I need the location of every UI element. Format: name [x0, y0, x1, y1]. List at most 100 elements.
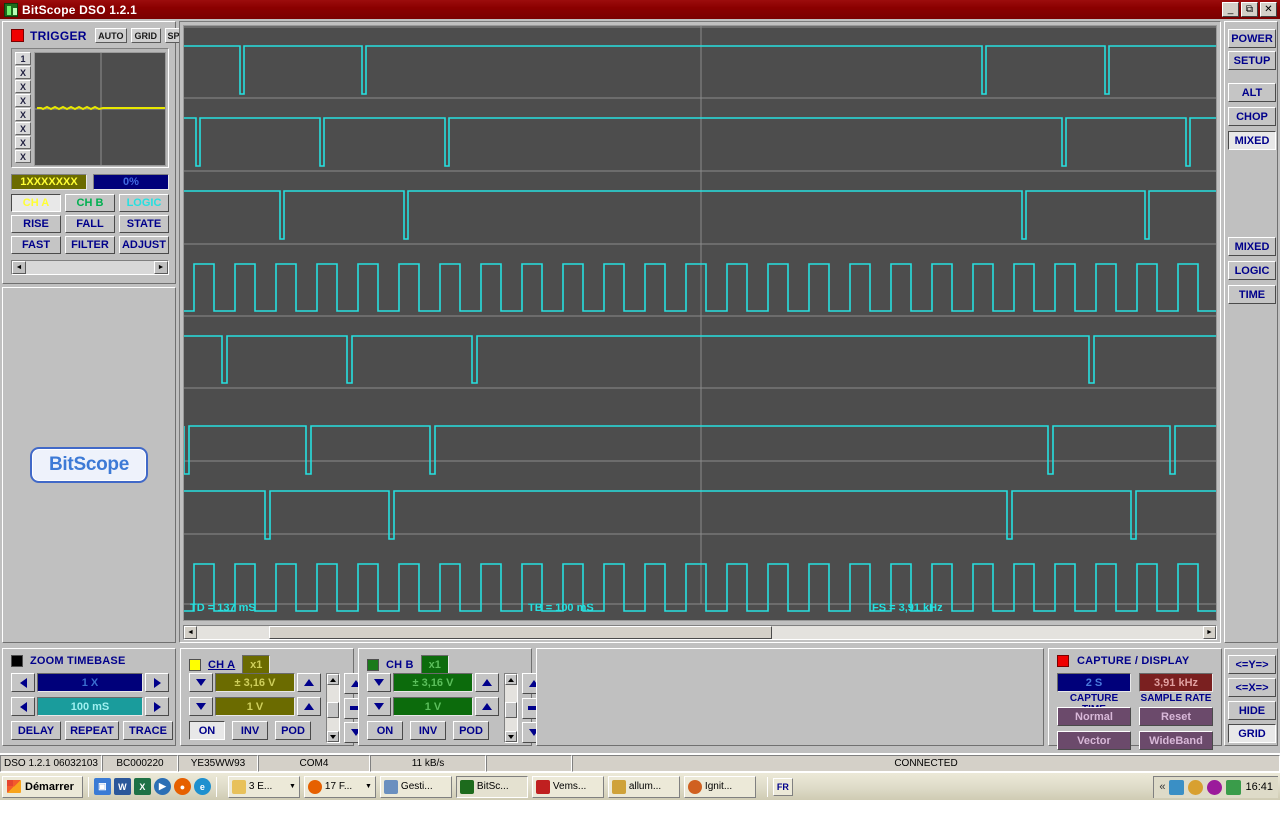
- channel-a-range-down-button[interactable]: [189, 673, 213, 692]
- trigger-waveform-display[interactable]: [34, 52, 166, 166]
- repeat-button[interactable]: REPEAT: [65, 721, 119, 740]
- channel-a-pod-button[interactable]: POD: [275, 721, 311, 740]
- scroll-up-icon[interactable]: [505, 674, 517, 685]
- timebase-decrease-button[interactable]: [11, 697, 35, 716]
- channel-a-scale-up-button[interactable]: [297, 697, 321, 716]
- task-button-allumage[interactable]: allum...: [607, 775, 680, 798]
- channel-b-on-button[interactable]: ON: [367, 721, 403, 740]
- sample-rate-value[interactable]: 3,91 kHz: [1139, 673, 1213, 692]
- scroll-right-icon[interactable]: ►: [1203, 626, 1216, 639]
- trigger-state-button[interactable]: STATE: [119, 215, 169, 233]
- trace-button[interactable]: TRACE: [123, 721, 173, 740]
- display-vector-button[interactable]: Vector: [1057, 731, 1131, 750]
- trigger-channel-button[interactable]: X: [15, 122, 31, 135]
- chevron-down-icon[interactable]: ▼: [289, 783, 296, 790]
- logic-view-button[interactable]: LOGIC: [1228, 261, 1276, 280]
- task-button-firefox[interactable]: 17 F... ▼: [303, 775, 376, 798]
- close-button[interactable]: ✕: [1260, 2, 1277, 17]
- hands-tray-icon[interactable]: [1188, 779, 1204, 795]
- task-button-bitscope[interactable]: BitSc...: [455, 775, 528, 798]
- opera-tray-icon[interactable]: [1207, 779, 1223, 795]
- task-button-gestionnaire[interactable]: Gesti...: [379, 775, 452, 798]
- hide-button[interactable]: HIDE: [1228, 701, 1276, 720]
- delay-button[interactable]: DELAY: [11, 721, 61, 740]
- trigger-channel-button[interactable]: X: [15, 136, 31, 149]
- channel-b-range-down-button[interactable]: [367, 673, 391, 692]
- trigger-source-chb-button[interactable]: CH B: [65, 194, 115, 212]
- display-wideband-button[interactable]: WideBand: [1139, 731, 1213, 750]
- chop-mode-button[interactable]: CHOP: [1228, 107, 1276, 126]
- channel-b-inv-button[interactable]: INV: [410, 721, 446, 740]
- trigger-channel-button[interactable]: 1: [15, 52, 31, 65]
- channel-a-scale-value[interactable]: 1 V: [215, 697, 295, 716]
- channel-b-range-value[interactable]: ± 3,16 V: [393, 673, 473, 692]
- restore-button[interactable]: ⧉: [1241, 2, 1258, 17]
- channel-a-position-scrollbar[interactable]: [326, 673, 340, 743]
- timebase-increase-button[interactable]: [145, 697, 169, 716]
- chevron-down-icon[interactable]: ▼: [365, 783, 372, 790]
- trigger-channel-button[interactable]: X: [15, 94, 31, 107]
- trigger-fall-button[interactable]: FALL: [65, 215, 115, 233]
- window-titlebar[interactable]: BitScope DSO 1.2.1 _ ⧉ ✕: [0, 0, 1280, 19]
- power-button[interactable]: POWER: [1228, 29, 1276, 48]
- scrollbar-track[interactable]: [197, 626, 1203, 639]
- task-button-vems[interactable]: Vems...: [531, 775, 604, 798]
- excel-icon[interactable]: X: [133, 778, 151, 795]
- channel-a-title[interactable]: CH A: [208, 659, 235, 671]
- channel-a-scale-down-button[interactable]: [189, 697, 213, 716]
- tray-expand-chevron-icon[interactable]: «: [1159, 781, 1165, 793]
- scrollbar-thumb[interactable]: [327, 702, 339, 718]
- scroll-down-icon[interactable]: [327, 731, 339, 742]
- trigger-source-logic-button[interactable]: LOGIC: [119, 194, 169, 212]
- trigger-filter-button[interactable]: FILTER: [65, 236, 115, 254]
- word-icon[interactable]: W: [113, 778, 131, 795]
- scope-horizontal-scrollbar[interactable]: ◄ ►: [183, 625, 1217, 640]
- capture-reset-button[interactable]: Reset: [1139, 707, 1213, 726]
- channel-b-range-up-button[interactable]: [475, 673, 499, 692]
- minimize-button[interactable]: _: [1222, 2, 1239, 17]
- capture-time-value[interactable]: 2 S: [1057, 673, 1131, 692]
- media-player-icon[interactable]: ▶: [153, 778, 171, 795]
- scroll-down-icon[interactable]: [505, 731, 517, 742]
- channel-b-title[interactable]: CH B: [386, 659, 414, 671]
- capture-normal-button[interactable]: Normal: [1057, 707, 1131, 726]
- channel-a-gain-badge[interactable]: x1: [242, 655, 271, 674]
- trigger-channel-button[interactable]: X: [15, 150, 31, 163]
- language-indicator[interactable]: FR: [772, 777, 793, 796]
- task-button-explorer[interactable]: 3 E... ▼: [227, 775, 300, 798]
- trigger-source-cha-button[interactable]: CH A: [11, 194, 61, 212]
- y-expand-button[interactable]: <=Y=>: [1228, 655, 1276, 674]
- channel-b-scale-value[interactable]: 1 V: [393, 697, 473, 716]
- channel-b-position-scrollbar[interactable]: [504, 673, 518, 743]
- channel-b-scale-down-button[interactable]: [367, 697, 391, 716]
- channel-a-inv-button[interactable]: INV: [232, 721, 268, 740]
- trigger-channel-button[interactable]: X: [15, 108, 31, 121]
- trigger-adjust-button[interactable]: ADJUST: [119, 236, 169, 254]
- x-expand-button[interactable]: <=X=>: [1228, 678, 1276, 697]
- zoom-decrease-button[interactable]: [11, 673, 35, 692]
- channel-b-scale-up-button[interactable]: [475, 697, 499, 716]
- trigger-pattern-value[interactable]: 1XXXXXXX: [11, 174, 87, 190]
- start-button[interactable]: Démarrer: [2, 775, 83, 798]
- task-button-ignition[interactable]: Ignit...: [683, 775, 756, 798]
- scrollbar-thumb[interactable]: [269, 626, 772, 639]
- scroll-up-icon[interactable]: [327, 674, 339, 685]
- alt-mode-button[interactable]: ALT: [1228, 83, 1276, 102]
- trigger-channel-button[interactable]: X: [15, 80, 31, 93]
- mixed-mode-button[interactable]: MIXED: [1228, 131, 1276, 150]
- setup-button[interactable]: SETUP: [1228, 51, 1276, 70]
- time-view-button[interactable]: TIME: [1228, 285, 1276, 304]
- channel-a-range-up-button[interactable]: [297, 673, 321, 692]
- firefox-icon[interactable]: ●: [173, 778, 191, 795]
- grid-button[interactable]: GRID: [1228, 724, 1276, 743]
- zoom-factor-value[interactable]: 1 X: [37, 673, 143, 692]
- trigger-level-scrollbar[interactable]: ◄ ►: [11, 260, 169, 275]
- scrollbar-thumb[interactable]: [505, 702, 517, 718]
- trigger-percent-value[interactable]: 0%: [93, 174, 169, 190]
- channel-b-pod-button[interactable]: POD: [453, 721, 489, 740]
- mixed-view-button[interactable]: MIXED: [1228, 237, 1276, 256]
- trigger-auto-button[interactable]: AUTO: [94, 28, 127, 43]
- channel-a-on-button[interactable]: ON: [189, 721, 225, 740]
- trigger-fast-button[interactable]: FAST: [11, 236, 61, 254]
- zoom-increase-button[interactable]: [145, 673, 169, 692]
